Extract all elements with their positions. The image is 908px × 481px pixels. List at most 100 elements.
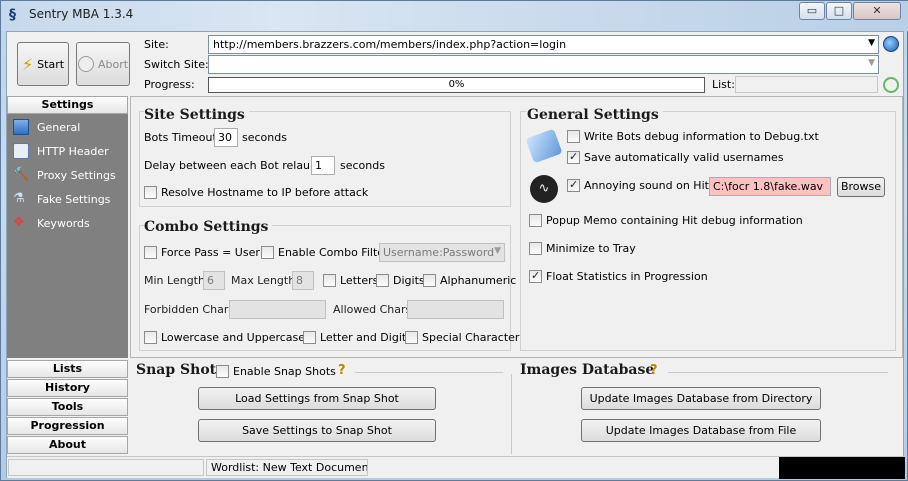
checkbox-label: Save automatically valid usernames [584, 151, 784, 164]
nav-progression-header[interactable]: Progression [7, 417, 128, 435]
allowed-chars-input[interactable] [407, 300, 504, 319]
maximize-button[interactable]: □ [826, 2, 852, 20]
switch-site-dropdown[interactable]: ▼ [208, 55, 879, 74]
checkbox-box [529, 269, 542, 283]
nav-item-http-header[interactable]: HTTP Header [13, 142, 109, 160]
force-pass-checkbox[interactable]: Force Pass = User [144, 246, 260, 259]
enable-snap-shots-checkbox[interactable]: Enable Snap Shots [216, 365, 336, 378]
nav-settings-header[interactable]: Settings [7, 96, 128, 114]
combo-settings-title: Combo Settings [144, 219, 273, 235]
snap-shots-title: Snap Shots [136, 362, 224, 378]
nav-item-proxy-settings[interactable]: 🔨 Proxy Settings [13, 166, 116, 184]
app-logo-icon: § [9, 7, 16, 23]
nav-item-fake-settings[interactable]: ⚗ Fake Settings [13, 190, 110, 208]
minimize-tray-checkbox[interactable]: Minimize to Tray [529, 242, 636, 255]
refresh-icon[interactable] [883, 77, 899, 93]
close-button[interactable]: ✕ [853, 2, 901, 20]
window-title: Sentry MBA 1.3.4 [29, 7, 134, 21]
status-cell-empty [8, 459, 204, 476]
keywords-icon: ❖ [13, 215, 25, 230]
checkbox-label: Force Pass = User [161, 246, 260, 259]
nav-tools-header[interactable]: Tools [7, 398, 128, 416]
update-images-file-button[interactable]: Update Images Database from File [581, 419, 821, 442]
nav-item-label: Keywords [37, 216, 90, 230]
nav-item-general[interactable]: General [13, 118, 80, 136]
sound-path-input[interactable]: C:\focr 1.8\fake.wav [709, 177, 831, 196]
load-snapshot-button[interactable]: Load Settings from Snap Shot [198, 387, 436, 410]
checkbox-box [405, 331, 418, 344]
checkbox-label: Minimize to Tray [546, 242, 636, 255]
min-length-input[interactable]: 6 [203, 271, 225, 290]
save-valid-usernames-checkbox[interactable]: Save automatically valid usernames [567, 150, 784, 164]
checkbox-box [216, 365, 229, 378]
annoying-sound-checkbox[interactable]: Annoying sound on Hit -> [567, 178, 726, 192]
letter-digit-checkbox[interactable]: Letter and Digit [303, 331, 406, 344]
fake-icon: ⚗ [13, 191, 25, 206]
nav-lists-header[interactable]: Lists [7, 360, 128, 378]
general-icon [13, 119, 29, 135]
sound-path-value: C:\focr 1.8\fake.wav [713, 180, 824, 193]
settings-panel: Site Settings Bots Timeout: 30 seconds D… [130, 96, 903, 358]
nav-item-keywords[interactable]: ❖ Keywords [13, 214, 90, 232]
write-debug-checkbox[interactable]: Write Bots debug information to Debug.tx… [567, 130, 819, 143]
client-area: ⚡ Start Abort Site: http://members.brazz… [6, 31, 905, 479]
progress-label: Progress: [144, 78, 195, 91]
max-length-input[interactable]: 8 [292, 271, 314, 290]
forbidden-chars-input[interactable] [229, 300, 326, 319]
nav-item-label: General [37, 120, 81, 134]
max-length-label: Max Length: [231, 274, 299, 287]
site-dropdown[interactable]: http://members.brazzers.com/members/inde… [208, 35, 879, 54]
combo-filter-select[interactable]: Username:Password ▼ [379, 243, 505, 262]
delay-value: 1 [315, 159, 322, 172]
checkbox-box [144, 331, 157, 344]
list-field[interactable] [735, 76, 878, 93]
vertical-divider [511, 374, 512, 454]
bots-timeout-unit: seconds [242, 131, 287, 144]
min-length-value: 6 [207, 274, 214, 287]
minimize-button[interactable]: ▭ [799, 2, 825, 20]
abort-button[interactable]: Abort [76, 42, 130, 86]
checkbox-box [303, 331, 316, 344]
alphanumeric-checkbox[interactable]: Alphanumeric [423, 274, 516, 287]
magnifier-globe-icon[interactable] [883, 36, 899, 52]
checkbox-box [376, 274, 389, 287]
side-nav: Settings General HTTP Header 🔨 Proxy Set… [7, 96, 128, 456]
snapshot-images-area: Snap Shots Enable Snap Shots ? Load Sett… [130, 360, 903, 456]
allowed-chars-label: Allowed Chars: [333, 303, 415, 316]
max-length-value: 8 [296, 274, 303, 287]
digits-checkbox[interactable]: Digits [376, 274, 425, 287]
popup-memo-checkbox[interactable]: Popup Memo containing Hit debug informat… [529, 214, 803, 227]
wordlist-status: Wordlist: New Text Documen [206, 459, 368, 476]
nav-history-header[interactable]: History [7, 379, 128, 397]
lowercase-uppercase-checkbox[interactable]: Lowercase and Uppercase [144, 331, 305, 344]
general-settings-group [520, 111, 896, 351]
switch-site-label: Switch Site: [144, 58, 209, 71]
special-character-checkbox[interactable]: Special Character [405, 331, 519, 344]
images-help-icon[interactable]: ? [650, 363, 658, 378]
checkbox-label: Letters [340, 274, 379, 287]
checkbox-label: Float Statistics in Progression [546, 270, 708, 283]
browse-button[interactable]: Browse [837, 177, 885, 197]
nav-about-header[interactable]: About [7, 436, 128, 454]
start-label: Start [37, 57, 65, 71]
delay-input[interactable]: 1 [311, 156, 335, 175]
snapshots-divider [355, 372, 503, 373]
resolve-hostname-checkbox[interactable]: Resolve Hostname to IP before attack [144, 186, 368, 199]
site-value: http://members.brazzers.com/members/inde… [213, 38, 567, 51]
checkbox-label: Enable Combo Filter [278, 246, 389, 259]
save-snapshot-button[interactable]: Save Settings to Snap Shot [198, 419, 436, 442]
enable-combo-filter-checkbox[interactable]: Enable Combo Filter [261, 246, 389, 259]
bots-timeout-input[interactable]: 30 [214, 128, 238, 147]
title-bar[interactable]: § Sentry MBA 1.3.4 ▭ □ ✕ [1, 1, 908, 31]
checkbox-label: Letter and Digit [320, 331, 407, 344]
checkbox-label: Resolve Hostname to IP before attack [161, 186, 369, 199]
letters-checkbox[interactable]: Letters [323, 274, 378, 287]
chevron-down-icon: ▼ [868, 58, 875, 68]
update-images-directory-button[interactable]: Update Images Database from Directory [581, 387, 821, 410]
snapshots-help-icon[interactable]: ? [338, 363, 346, 378]
chevron-down-icon: ▼ [494, 246, 501, 256]
checkbox-box [144, 246, 157, 259]
images-database-title: Images Database [520, 362, 655, 378]
float-statistics-checkbox[interactable]: Float Statistics in Progression [529, 269, 708, 283]
start-button[interactable]: ⚡ Start [17, 42, 69, 86]
